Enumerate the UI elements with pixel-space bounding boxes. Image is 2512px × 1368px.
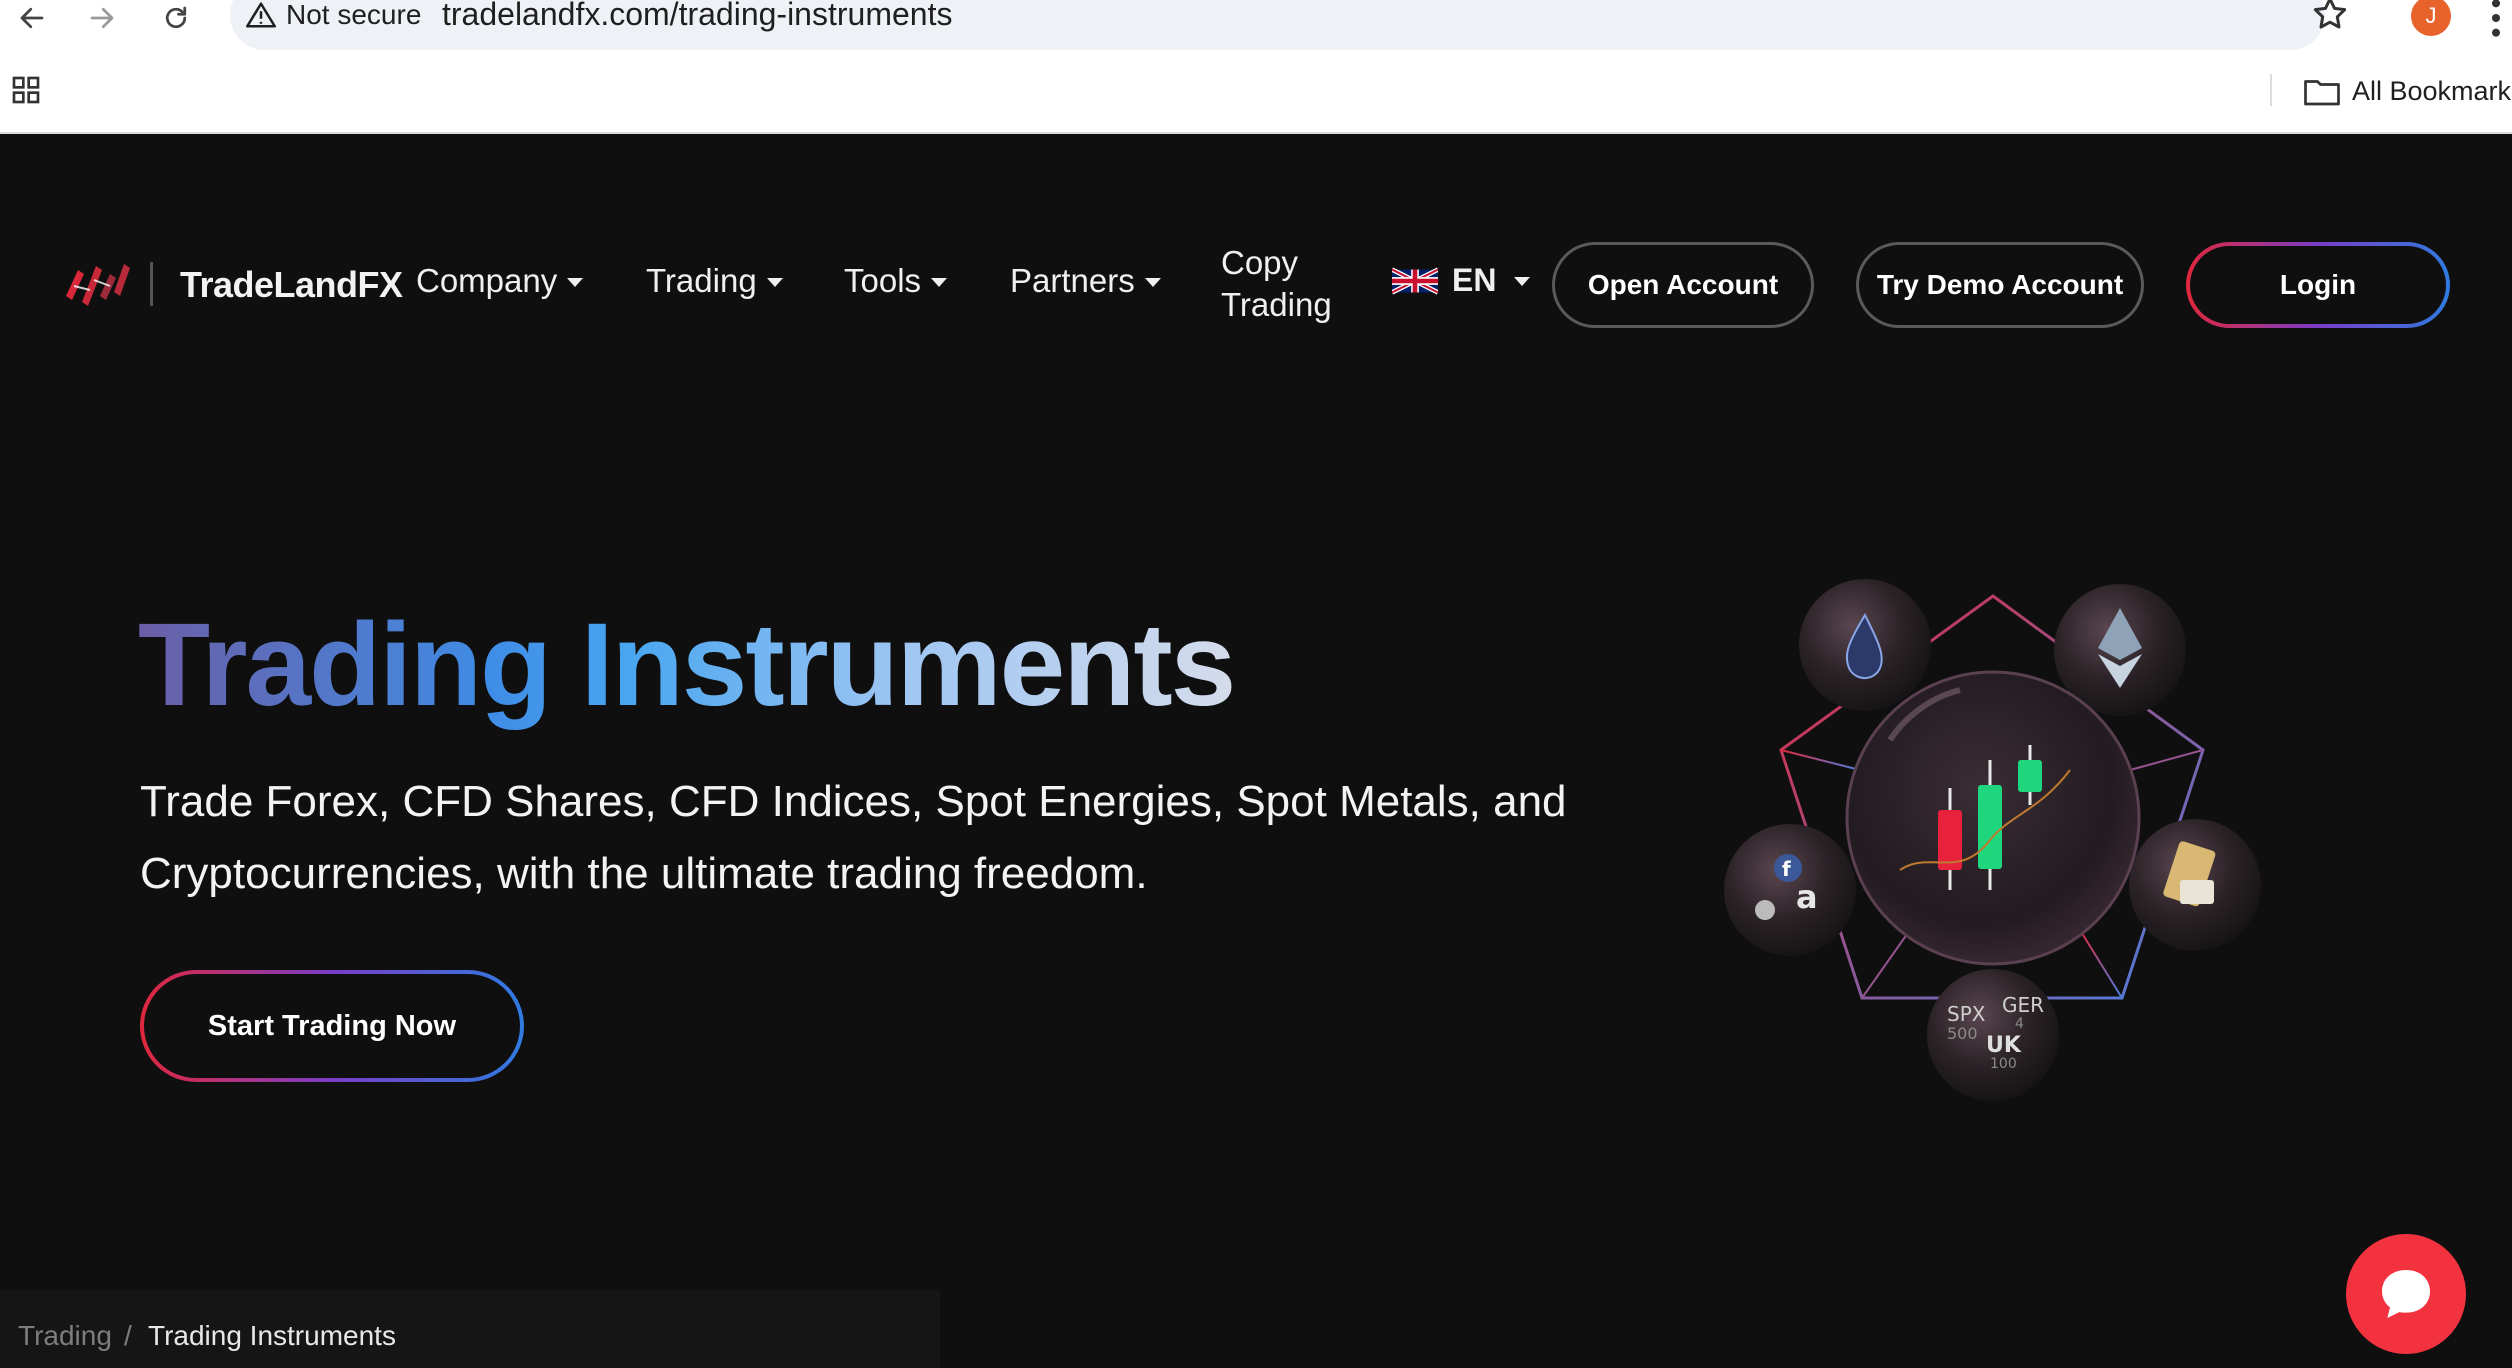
breadcrumb-current: Trading Instruments	[148, 1320, 396, 1351]
amazon-logo-text: a	[1796, 878, 1818, 916]
breadcrumb-link-trading[interactable]: Trading	[18, 1320, 112, 1352]
login-button[interactable]: Login	[2186, 242, 2450, 328]
uk-label: UK	[1986, 1033, 2022, 1058]
breadcrumb-separator: /	[124, 1320, 132, 1351]
chat-button[interactable]	[2346, 1234, 2466, 1354]
chevron-down-icon	[1514, 277, 1531, 286]
nav-trading-label: Trading	[646, 262, 757, 299]
svg-text:f: f	[1782, 857, 1791, 881]
indices-bubble: SPX 500 GER 4 UK 100	[1927, 969, 2059, 1101]
language-code: EN	[1452, 262, 1497, 298]
brand-name[interactable]: TradeLandFX	[180, 264, 403, 306]
uk-sub-label: 100	[1990, 1056, 2017, 1072]
chat-bubble-icon	[2382, 1270, 2430, 1318]
spx-sub-label: 500	[1947, 1024, 1978, 1043]
chevron-down-icon	[766, 277, 783, 287]
brand-logo-icon[interactable]	[64, 256, 130, 312]
copy-trading-line2: Trading	[1221, 286, 1332, 323]
nav-company[interactable]: Company	[416, 262, 584, 300]
page-subtitle: Trade Forex, CFD Shares, CFD Indices, Sp…	[140, 777, 1567, 898]
security-label: Not secure	[286, 0, 422, 30]
apps-grid-icon[interactable]	[10, 74, 42, 106]
back-icon[interactable]	[4, 0, 60, 36]
nav-trading[interactable]: Trading	[646, 262, 783, 300]
ger-label: GER	[2002, 993, 2044, 1017]
more-menu-icon[interactable]	[2486, 0, 2506, 40]
all-bookmarks-link[interactable]: All Bookmarks	[2352, 76, 2512, 107]
try-demo-account-button[interactable]: Try Demo Account	[1856, 242, 2144, 328]
nav-tools[interactable]: Tools	[844, 262, 948, 300]
ger-sub-label: 4	[2015, 1016, 2024, 1032]
warning-icon	[246, 2, 276, 28]
oil-bubble	[1799, 579, 1931, 711]
candlestick-bubble	[1845, 670, 2141, 966]
stocks-bubble: f a	[1724, 824, 1856, 956]
gold-bubble	[2129, 819, 2261, 951]
open-account-button[interactable]: Open Account	[1552, 242, 1814, 328]
chevron-down-icon	[1144, 277, 1161, 287]
nav-partners-label: Partners	[1010, 262, 1135, 299]
url-text[interactable]: tradelandfx.com/trading-instruments	[442, 0, 952, 33]
copy-trading-line1: Copy	[1221, 244, 1299, 281]
bookmark-divider	[2270, 74, 2272, 106]
bookmark-star-icon[interactable]	[2310, 0, 2354, 38]
breadcrumb	[0, 1290, 940, 1368]
chevron-down-icon	[931, 277, 948, 287]
forward-icon[interactable]	[74, 0, 130, 36]
spx-label: SPX	[1947, 1002, 1986, 1026]
nav-copy-trading[interactable]: Copy Trading	[1221, 242, 1381, 326]
folder-icon[interactable]	[2304, 78, 2340, 106]
logo-divider	[150, 262, 153, 306]
profile-avatar[interactable]: J	[2411, 0, 2451, 36]
chevron-down-icon	[567, 277, 584, 287]
start-trading-button[interactable]: Start Trading Now	[140, 970, 524, 1082]
nav-partners[interactable]: Partners	[1010, 262, 1161, 300]
nav-company-label: Company	[416, 262, 558, 299]
reload-icon[interactable]	[148, 0, 204, 36]
page-title: Trading Instruments	[138, 599, 1236, 731]
language-selector[interactable]: EN	[1392, 262, 1531, 299]
trading-instruments-illustration: f a SPX 500 GER 4 UK 100	[1710, 560, 2290, 1110]
uk-flag-icon	[1392, 266, 1438, 295]
browser-chrome: Not secure tradelandfx.com/trading-instr…	[0, 0, 2512, 134]
site-info-chip[interactable]: Not secure	[240, 0, 435, 36]
nav-tools-label: Tools	[844, 262, 922, 299]
